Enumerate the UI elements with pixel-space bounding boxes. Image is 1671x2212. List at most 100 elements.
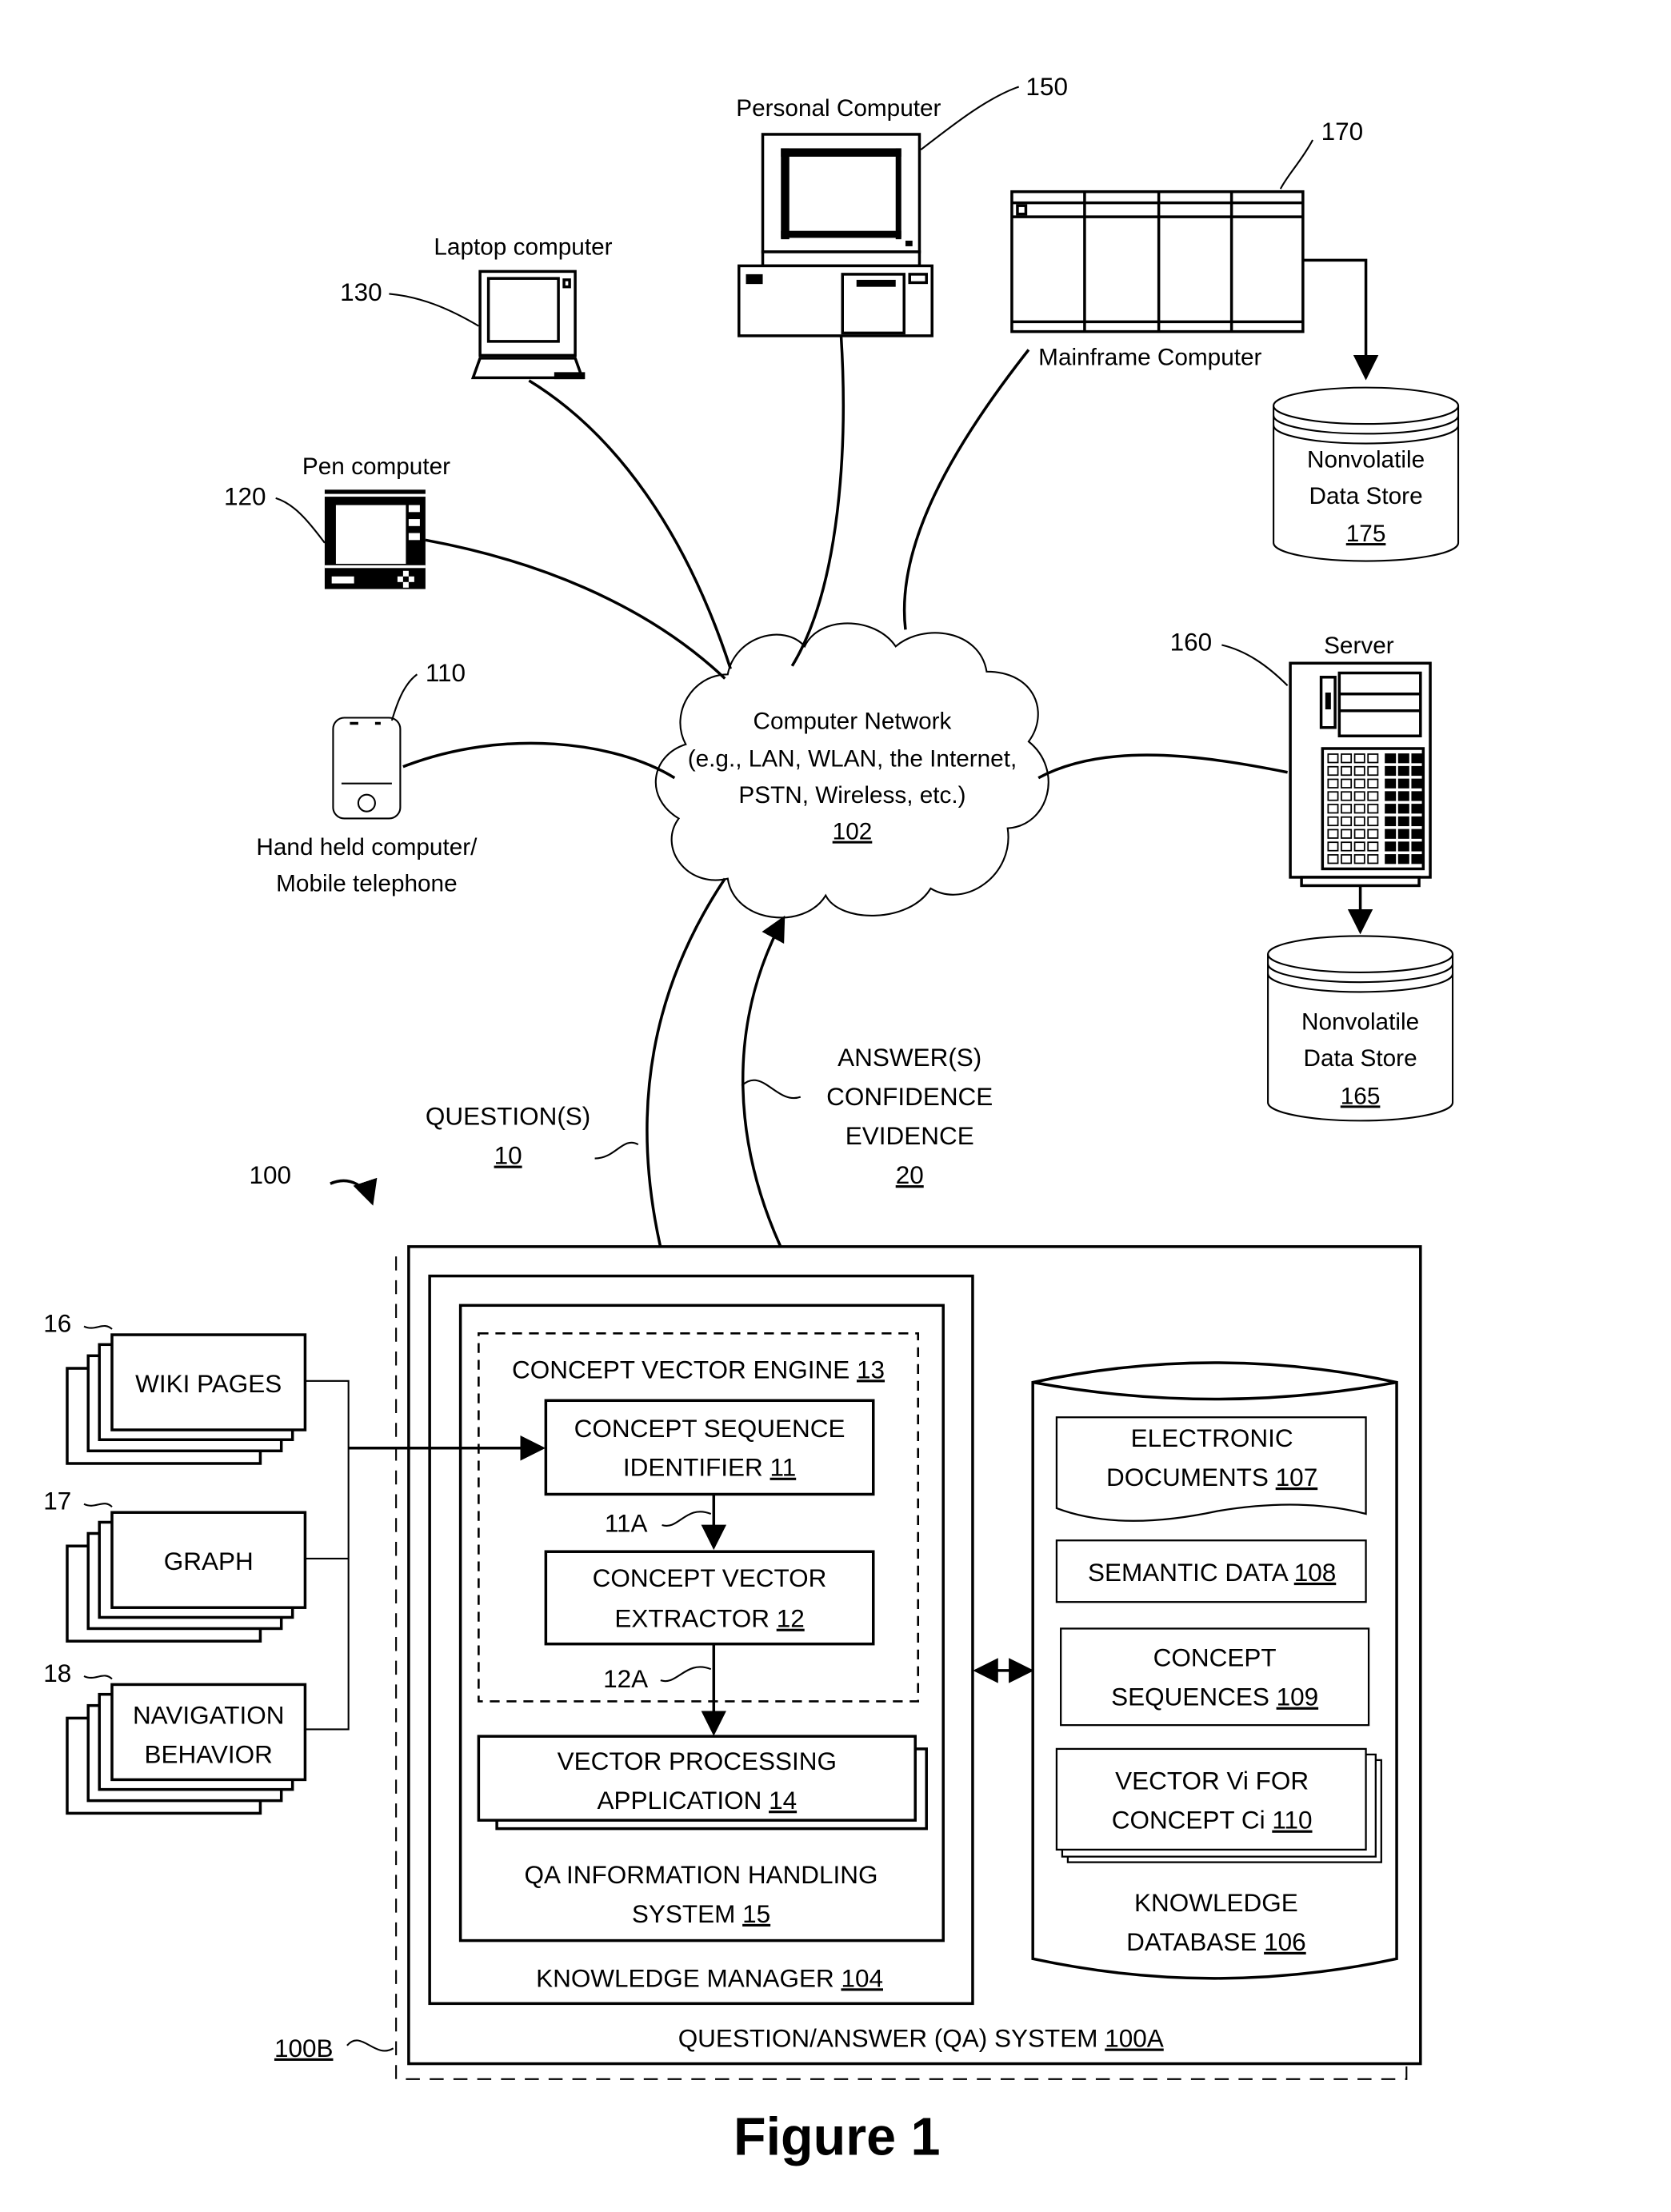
source-ref: 17: [43, 1487, 71, 1515]
questions-ref: 10: [494, 1141, 522, 1170]
server-key: [1341, 816, 1353, 827]
link-handheld: [402, 741, 676, 780]
flow-12a-label: 12A: [603, 1664, 648, 1693]
squiggle: [83, 1325, 113, 1330]
server-key: [1411, 804, 1423, 814]
answers-label-2: CONFIDENCE: [826, 1082, 993, 1111]
server-key: [1353, 854, 1365, 864]
server-key: [1341, 829, 1353, 839]
server-key: [1341, 804, 1353, 814]
server-key: [1341, 753, 1353, 764]
server-key: [1411, 816, 1423, 827]
server-key: [1411, 753, 1423, 764]
concept-sequence-identifier[interactable]: CONCEPT SEQUENCE IDENTIFIER 11: [544, 1399, 875, 1496]
answers-ref: 20: [896, 1160, 924, 1189]
link-laptop: [528, 379, 732, 669]
server-key: [1397, 854, 1409, 864]
squiggle-20: [741, 1079, 802, 1100]
question-flow[interactable]: QUESTION(S) 10: [426, 877, 726, 1273]
server-key: [1327, 816, 1339, 827]
answers-label-1: ANSWER(S): [837, 1043, 981, 1072]
server-key: [1341, 841, 1353, 852]
server-key: [1397, 791, 1409, 801]
data-store-165[interactable]: Nonvolatile Data Store 165: [1267, 935, 1454, 1122]
server-key: [1327, 753, 1339, 764]
handheld-label-1: Hand held computer/: [256, 834, 478, 860]
knowledge-db-label-1: KNOWLEDGE: [1134, 1888, 1298, 1917]
server-key: [1353, 791, 1365, 801]
server-key: [1367, 765, 1379, 777]
server-key: [1397, 841, 1409, 852]
source-label-1: WIKI PAGES: [135, 1369, 282, 1398]
server-key: [1411, 829, 1423, 839]
knowledge-manager[interactable]: KNOWLEDGE MANAGER 104 QA INFORMATION HAN…: [428, 1274, 974, 2006]
handheld-computer[interactable]: 110 Hand held computer/ Mobile telephone: [256, 658, 478, 896]
qa-ihs-label-2: SYSTEM 15: [632, 1899, 770, 1928]
qa-system[interactable]: QUESTION/ANSWER (QA) SYSTEM 100A KNOWLED…: [348, 1245, 1422, 2066]
server-key: [1385, 841, 1397, 852]
mainframe-computer[interactable]: 170 Mainframe Computer: [1010, 117, 1379, 381]
server-key: [1327, 778, 1339, 789]
extractor-label-2: EXTRACTOR 12: [614, 1604, 804, 1633]
source-document-stack[interactable]: 18 NAVIGATION BEHAVIOR: [43, 1659, 307, 1815]
server-key: [1341, 791, 1353, 801]
laptop-computer[interactable]: Laptop computer 130: [340, 234, 613, 380]
server-key: [1353, 816, 1365, 827]
server-key: [1385, 854, 1397, 864]
network-desc-1: (e.g., LAN, WLAN, the Internet,: [688, 746, 1017, 773]
engine-label: CONCEPT VECTOR ENGINE 13: [512, 1355, 885, 1383]
server-key: [1385, 829, 1397, 839]
phone-icon: [332, 717, 402, 820]
knowledge-db-label-2: DATABASE 106: [1126, 1927, 1306, 1956]
kb-concept-sequences[interactable]: CONCEPT SEQUENCES 109: [1060, 1627, 1370, 1727]
server-key: [1341, 854, 1353, 864]
data-store-175[interactable]: Nonvolatile Data Store 175: [1273, 386, 1460, 562]
tablet-icon: [324, 489, 426, 589]
server-key: [1385, 816, 1397, 827]
kb-semantic-data[interactable]: SEMANTIC DATA 108: [1055, 1539, 1367, 1603]
source-bus-lines: [303, 1380, 350, 1731]
kb-concept-vectors[interactable]: VECTOR Vi FOR CONCEPT Ci 110: [1055, 1747, 1382, 1863]
network-desc-2: PSTN, Wireless, etc.): [738, 782, 965, 809]
source-document-stack[interactable]: 16 WIKI PAGES: [43, 1309, 307, 1465]
identifier-label-1: CONCEPT SEQUENCE: [574, 1414, 845, 1443]
server-key: [1327, 765, 1339, 777]
link-server: [1037, 753, 1288, 780]
server-ref: 160: [1170, 628, 1213, 657]
server-key: [1367, 829, 1379, 839]
server-key: [1327, 829, 1339, 839]
server-label: Server: [1324, 633, 1394, 659]
laptop-label: Laptop computer: [434, 234, 612, 260]
laptop-icon: [470, 270, 586, 380]
kb-item-4-line2: CONCEPT Ci 110: [1112, 1806, 1313, 1835]
laptop-ref: 130: [340, 277, 382, 306]
answer-arrow: [742, 915, 795, 1274]
squiggle: [83, 1675, 113, 1680]
network-title: Computer Network: [754, 709, 952, 735]
application-label-2: APPLICATION 14: [597, 1786, 797, 1815]
pen-computer[interactable]: Pen computer 120: [224, 453, 450, 589]
server-key: [1353, 765, 1365, 777]
source-label-1: GRAPH: [164, 1547, 254, 1575]
identifier-label-2: IDENTIFIER 11: [623, 1453, 796, 1482]
source-document-stack[interactable]: 17 GRAPH: [43, 1487, 307, 1643]
server-key: [1353, 778, 1365, 789]
kb-electronic-documents[interactable]: ELECTRONIC DOCUMENTS 107: [1055, 1416, 1367, 1522]
concept-vector-extractor[interactable]: CONCEPT VECTOR EXTRACTOR 12: [544, 1550, 875, 1646]
vector-processing-application[interactable]: VECTOR PROCESSING APPLICATION 14: [477, 1735, 928, 1831]
knowledge-database[interactable]: ELECTRONIC DOCUMENTS 107 SEMANTIC DATA 1…: [1031, 1361, 1398, 1980]
server-key: [1367, 753, 1379, 764]
handheld-ref: 110: [426, 658, 466, 687]
handheld-label-2: Mobile telephone: [276, 870, 457, 896]
kb-item-2-line1: SEMANTIC DATA 108: [1088, 1558, 1336, 1587]
personal-computer-ref: 150: [1025, 72, 1068, 101]
server-key: [1353, 753, 1365, 764]
flow-11a-label: 11A: [605, 1509, 648, 1538]
answers-label-3: EVIDENCE: [845, 1121, 974, 1150]
answer-flow[interactable]: ANSWER(S) CONFIDENCE EVIDENCE 20: [741, 915, 993, 1274]
server-key: [1411, 765, 1423, 777]
leader-160: [1221, 644, 1289, 687]
server-key: [1341, 765, 1353, 777]
qa-information-handling-system[interactable]: QA INFORMATION HANDLING SYSTEM 15 CONCEP…: [458, 1304, 945, 1942]
server[interactable]: Server 160: [1170, 628, 1432, 935]
